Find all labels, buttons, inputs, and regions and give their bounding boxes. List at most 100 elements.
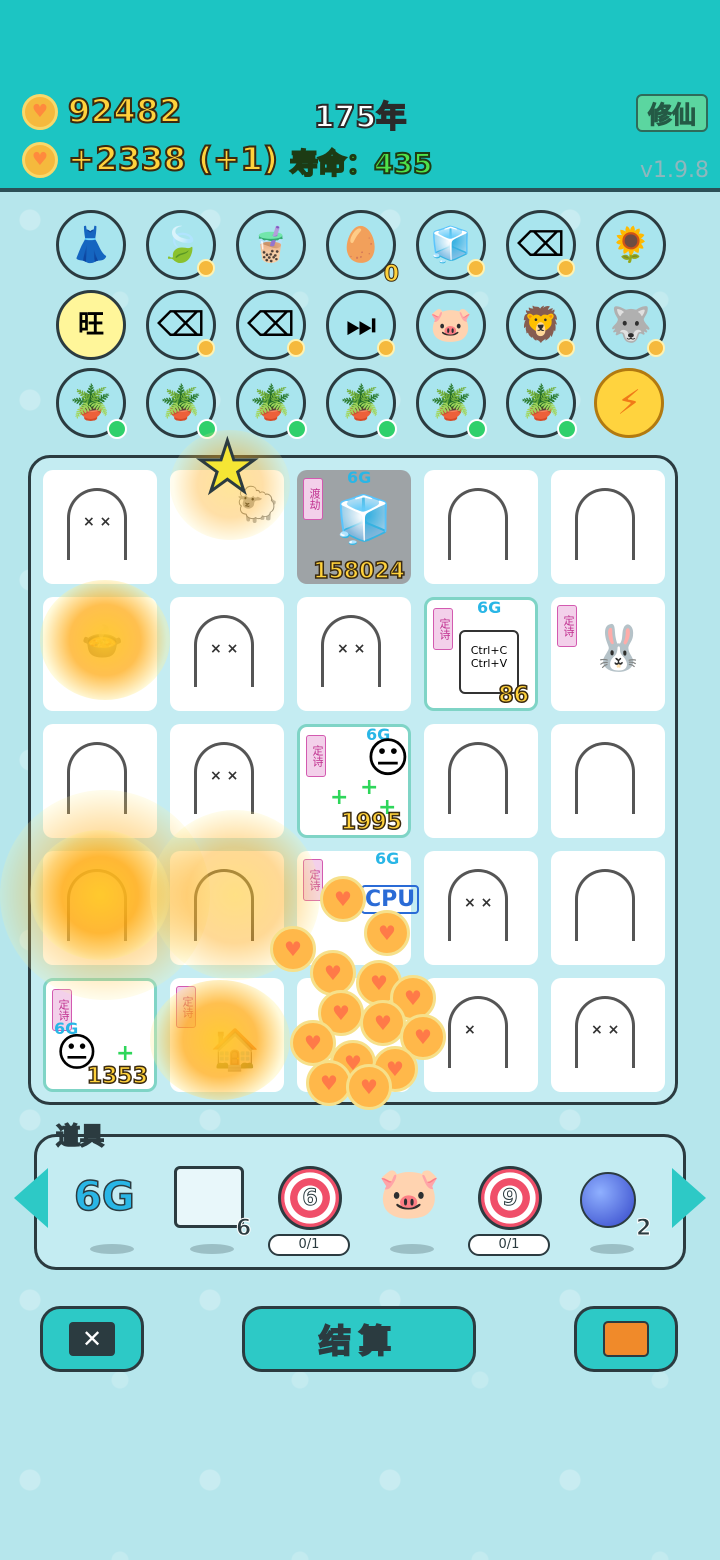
side-tag: 定诗 <box>433 608 453 650</box>
fridge-icon: 🧊 <box>335 492 393 546</box>
flower-pot-item[interactable]: 🪴 <box>416 368 487 439</box>
cell-value: 158024 <box>312 558 405 585</box>
coin-badge-icon <box>287 339 305 357</box>
fridge-cell[interactable]: 渡劫 6G 🧊 158024 <box>297 468 411 585</box>
flying-coin-icon: ♥ <box>364 910 410 956</box>
progress-pill: 0/1 <box>468 1234 550 1256</box>
ghost-cell[interactable]: × × <box>551 978 665 1092</box>
lightning-item[interactable]: ⚡ <box>594 368 664 438</box>
battery-item[interactable]: 6 <box>166 1160 256 1260</box>
ghost-cell[interactable] <box>424 470 538 584</box>
ghost-icon <box>448 742 508 814</box>
ghost-cell[interactable] <box>551 724 665 838</box>
lightning-icon: ⚡ <box>617 383 641 423</box>
settle-label: 结算 <box>318 1321 399 1361</box>
ghost-eyes: × × <box>464 895 493 911</box>
delete-tag-item[interactable]: ⌫ <box>236 290 306 360</box>
target-item-9[interactable]: 9 0/1 <box>466 1160 556 1260</box>
flying-coin-icon: ♥ <box>270 926 316 972</box>
top-status-bar: ♥ 92482 ♥ +2338 (+1) 175年 寿命：435 修仙 v1.9… <box>0 0 720 192</box>
ghost-cell[interactable] <box>551 851 665 965</box>
piggy-bank-item[interactable]: 🐷 <box>416 290 486 360</box>
delete-tag-icon: ⌫ <box>246 305 296 345</box>
ghost-cell[interactable]: × × <box>424 851 538 965</box>
lion-item[interactable]: 🦁 <box>506 290 576 360</box>
sugar-cube-item[interactable]: 🧊 <box>416 210 486 280</box>
flower-pot-icon: 🪴 <box>249 383 293 423</box>
version-label: v1.9.8 <box>640 158 709 183</box>
ghost-cell[interactable] <box>551 470 665 584</box>
6g-item[interactable]: 6G <box>66 1160 156 1260</box>
lion-icon: 🦁 <box>519 305 563 345</box>
egg-tray-item[interactable]: 🥚 0 <box>326 210 400 288</box>
flower-pot-icon: 🪴 <box>519 383 563 423</box>
coin-badge-icon <box>197 259 215 277</box>
plus-icon: + <box>116 1041 135 1066</box>
cell-value: 86 <box>498 682 530 709</box>
ghost-icon <box>575 742 635 814</box>
target-item-6[interactable]: 6 0/1 <box>266 1160 356 1260</box>
green-dot-icon <box>107 419 127 439</box>
blue-ball-item[interactable]: 2 <box>566 1160 656 1260</box>
ghost-eyes: × <box>464 1022 476 1038</box>
skirt-icon: 👗 <box>69 225 113 265</box>
green-dot-icon <box>557 419 577 439</box>
coin-badge-icon <box>647 339 665 357</box>
ghost-cell[interactable]: × × <box>43 470 157 584</box>
ghost-cell[interactable] <box>424 724 538 838</box>
coin-total: 92482 <box>67 91 182 131</box>
flower-pot-icon: 🪴 <box>69 383 113 423</box>
scroll-right-arrow-icon[interactable] <box>672 1168 706 1228</box>
flying-coin-icon: ♥ <box>320 876 366 922</box>
piggy-bank-item[interactable]: 🐷 <box>366 1160 456 1260</box>
briefcase-button[interactable] <box>574 1306 678 1372</box>
skirt-item[interactable]: 👗 <box>56 210 126 280</box>
green-dot-icon <box>287 419 307 439</box>
ghost-eyes: × × <box>83 514 112 530</box>
explosion-effect <box>40 580 170 700</box>
delete-tag-item[interactable]: ⌫ <box>146 290 216 360</box>
item-count: 0 <box>383 262 399 288</box>
settle-button[interactable]: 结算 <box>242 1306 476 1372</box>
delete-tag-item[interactable]: ⌫ <box>506 210 576 280</box>
delete-tag-icon: ⌫ <box>156 305 206 345</box>
milk-tea-item[interactable]: 🧋 <box>236 210 306 280</box>
item-shadow <box>390 1244 434 1254</box>
6g-tag: 6G <box>375 849 400 868</box>
flying-coin-icon: ♥ <box>310 950 356 996</box>
wang-charm-icon: 旺 <box>77 310 104 340</box>
delete-button[interactable]: ✕ <box>40 1306 144 1372</box>
husky-item[interactable]: 🐺 <box>596 290 666 360</box>
delete-tag-icon: ✕ <box>69 1322 115 1356</box>
ghost-eyes: × × <box>210 768 239 784</box>
copy-paste-cell[interactable]: 定诗 6G Ctrl+C Ctrl+V 86 <box>424 597 538 711</box>
flower-pot-item[interactable]: 🪴 <box>326 368 397 439</box>
6g-icon: 6G <box>73 1173 135 1221</box>
skip-item[interactable]: ⏭ <box>326 290 396 360</box>
flower-pot-item[interactable]: 🪴 <box>506 368 577 439</box>
coin-badge-icon <box>557 339 575 357</box>
flying-coin-icon: ♥ <box>360 1000 406 1046</box>
ghost-cell[interactable]: × × <box>170 597 284 711</box>
explosion-effect <box>150 980 290 1100</box>
ghost-cell[interactable]: × × <box>297 597 411 711</box>
item-shadow <box>90 1244 134 1254</box>
scroll-left-arrow-icon[interactable] <box>14 1168 48 1228</box>
sunflower-icon: 🌻 <box>609 225 653 265</box>
ghost-eyes: × × <box>210 641 239 657</box>
leaf-item[interactable]: 🍃 <box>146 210 216 280</box>
star-icon: ★ <box>195 426 261 508</box>
flower-pot-item[interactable]: 🪴 <box>56 368 127 439</box>
copy-line: Ctrl+C <box>470 644 508 657</box>
sunflower-item[interactable]: 🌻 <box>596 210 666 280</box>
blue-ball-icon <box>580 1172 636 1228</box>
coin-income: +2338 (+1) <box>67 139 279 179</box>
rabbit-house-cell[interactable]: 定诗 🐰 <box>551 597 665 711</box>
coin-badge-icon <box>557 259 575 277</box>
skip-icon: ⏭ <box>345 305 377 345</box>
coin-icon: ♥ <box>22 94 58 130</box>
wang-charm-item[interactable]: 旺 <box>56 290 126 360</box>
cultivate-button[interactable]: 修仙 <box>636 94 708 132</box>
face-cell[interactable]: 定诗 6G 😐 + + + 1995 <box>297 724 411 838</box>
green-dot-icon <box>467 419 487 439</box>
